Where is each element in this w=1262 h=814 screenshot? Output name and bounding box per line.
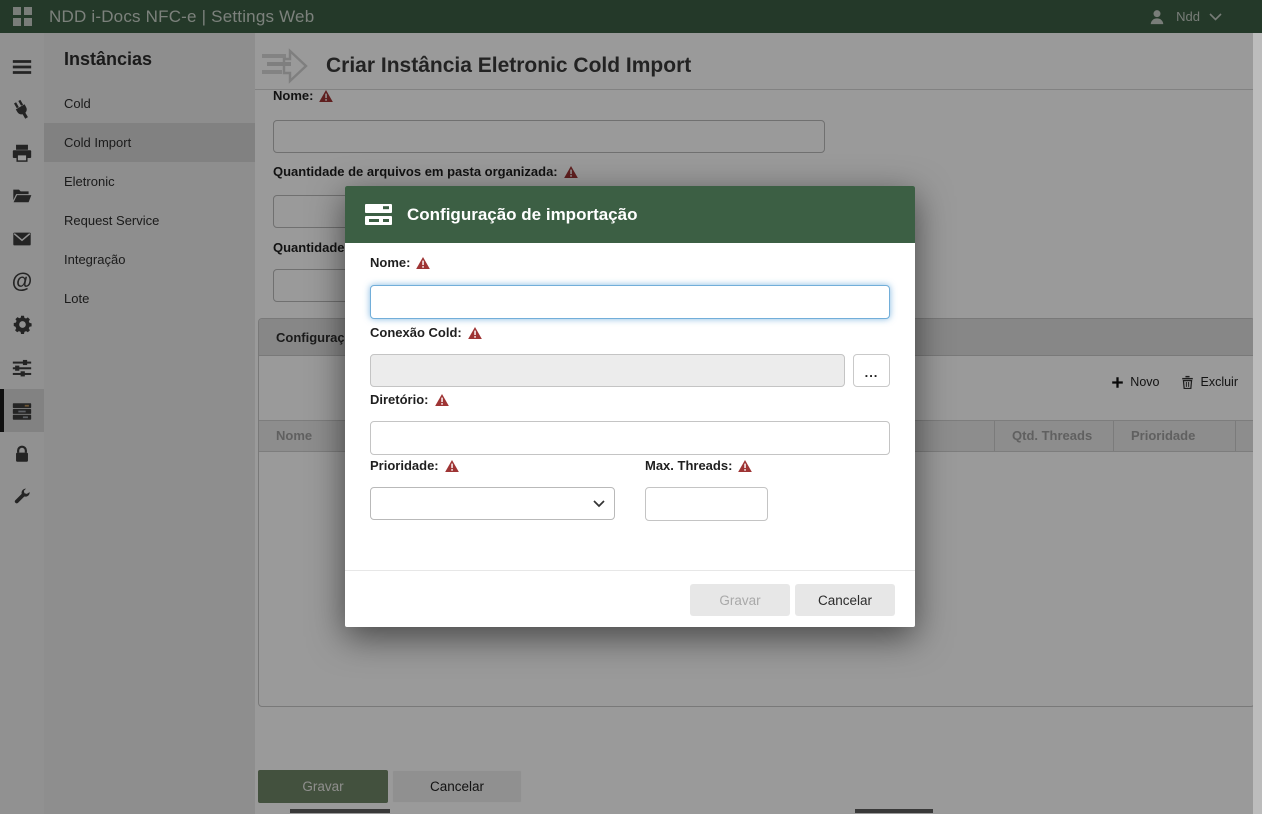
modal-label-diretorio: Diretório: [370,392,449,407]
modal-label-nome: Nome: [370,255,430,270]
modal-footer: Gravar Cancelar [345,570,915,627]
modal-diretorio-input[interactable] [370,421,890,455]
modal-label-prioridade: Prioridade: [370,458,459,473]
modal-label-conexao: Conexão Cold: [370,325,482,340]
modal-nome-input[interactable] [370,285,890,319]
modal-cancelar-button[interactable]: Cancelar [795,584,895,616]
app-window: NDD i-Docs NFC-e | Settings Web Ndd @ In… [0,0,1262,814]
import-config-modal: Configuração de importação Nome: Conexão… [345,186,915,627]
browse-button[interactable]: ... [853,354,890,387]
vertical-scrollbar[interactable] [1253,33,1262,814]
modal-conexao-input [370,354,845,387]
required-warning-icon [468,327,482,339]
modal-close-button[interactable] [881,199,901,219]
required-warning-icon [435,394,449,406]
chevron-down-icon [593,500,605,508]
server-icon [365,202,392,227]
modal-label-max-threads: Max. Threads: [645,458,752,473]
modal-title: Configuração de importação [407,205,637,225]
required-warning-icon [416,257,430,269]
prioridade-select[interactable] [370,487,615,520]
modal-gravar-button[interactable]: Gravar [690,584,790,616]
max-threads-input[interactable] [645,487,768,521]
required-warning-icon [738,460,752,472]
required-warning-icon [445,460,459,472]
modal-header: Configuração de importação [345,186,915,243]
